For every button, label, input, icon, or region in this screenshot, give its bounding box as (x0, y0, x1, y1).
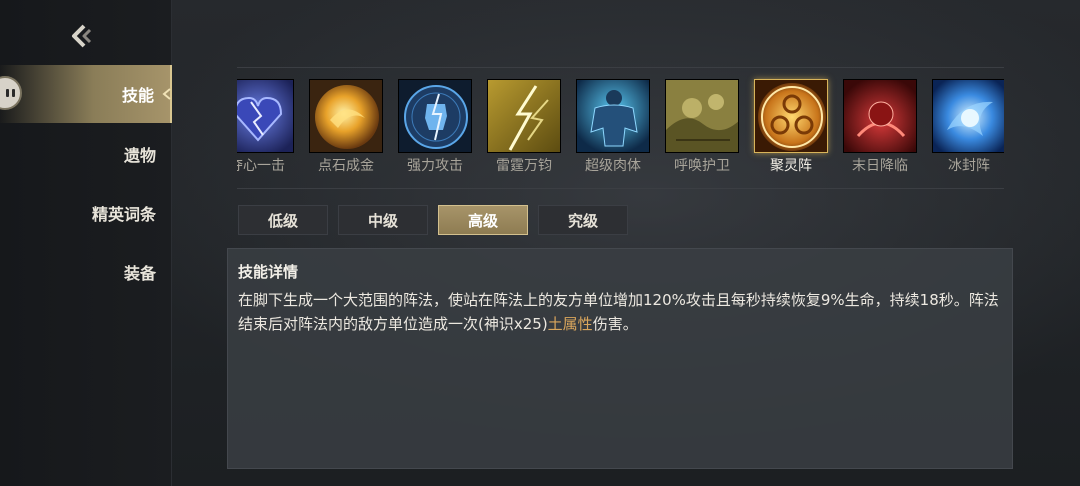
tier-tab-label: 中级 (367, 211, 398, 230)
back-arrow-icon (72, 24, 92, 48)
ice-array-icon (932, 79, 1004, 153)
tier-tab-label: 低级 (267, 211, 298, 230)
doom-icon (843, 79, 917, 153)
gold-orb-icon (309, 79, 383, 153)
muscle-body-icon (576, 79, 650, 153)
sidebar-item-label: 装备 (123, 264, 156, 283)
skill-item[interactable]: 夺心一击 (237, 79, 294, 185)
element-highlight: 土属性 (547, 315, 593, 333)
skill-item[interactable]: 冰封阵 (932, 79, 1004, 185)
detail-text-end: 伤害。 (592, 315, 638, 333)
skill-label: 雷霆万钧 (496, 158, 552, 174)
back-button[interactable] (66, 20, 98, 52)
skill-label: 冰封阵 (948, 158, 990, 174)
skill-item[interactable]: 点石成金 (309, 79, 383, 185)
blue-fist-icon (398, 79, 472, 153)
skill-item[interactable]: 雷霆万钧 (487, 79, 561, 185)
tier-tab-ultimate[interactable]: 究级 (538, 205, 628, 235)
skill-item[interactable]: 强力攻击 (398, 79, 472, 185)
sidebar-item-skills[interactable]: 技能 (0, 65, 172, 123)
tier-tab-low[interactable]: 低级 (238, 205, 328, 235)
detail-description: 在脚下生成一个大范围的阵法，使站在阵法上的友方单位增加120%攻击且每秒持续恢复… (238, 288, 1002, 336)
skill-label: 聚灵阵 (770, 158, 812, 174)
skill-item[interactable]: 超级肉体 (576, 79, 650, 185)
detail-title: 技能详情 (238, 263, 299, 281)
skill-label: 点石成金 (318, 158, 374, 174)
skill-label: 呼唤护卫 (674, 158, 730, 174)
tier-tab-label: 高级 (467, 211, 498, 230)
blue-heart-crack-icon (237, 79, 294, 153)
skill-label: 强力攻击 (407, 158, 463, 174)
sidebar: 技能 遗物 精英词条 装备 (0, 0, 172, 486)
skill-item[interactable]: 呼唤护卫 (665, 79, 739, 185)
skill-item-selected[interactable]: 聚灵阵 (754, 79, 828, 185)
skill-list[interactable]: 夺心一击 点石成金 强力攻击 雷霆万钧 超级肉体 呼唤护卫 (237, 67, 1004, 189)
tier-tab-mid[interactable]: 中级 (338, 205, 428, 235)
skill-item[interactable]: 末日降临 (843, 79, 917, 185)
tier-tab-label: 究级 (567, 211, 598, 230)
sidebar-item-label: 遗物 (123, 146, 156, 165)
sidebar-item-label: 技能 (121, 86, 154, 105)
skill-label: 末日降临 (852, 158, 908, 174)
sidebar-item-equipment[interactable]: 装备 (0, 243, 172, 301)
skill-label: 超级肉体 (585, 158, 641, 174)
sidebar-item-elite-affixes[interactable]: 精英词条 (0, 184, 172, 242)
tier-tab-high[interactable]: 高级 (438, 205, 528, 235)
summon-guard-icon (665, 79, 739, 153)
sidebar-item-label: 精英词条 (91, 205, 156, 224)
active-indicator-icon (162, 88, 171, 100)
lightning-icon (487, 79, 561, 153)
spirit-array-icon (754, 79, 828, 153)
sidebar-item-relics[interactable]: 遗物 (0, 125, 172, 183)
skill-detail-panel: 技能详情 在脚下生成一个大范围的阵法，使站在阵法上的友方单位增加120%攻击且每… (227, 248, 1013, 469)
